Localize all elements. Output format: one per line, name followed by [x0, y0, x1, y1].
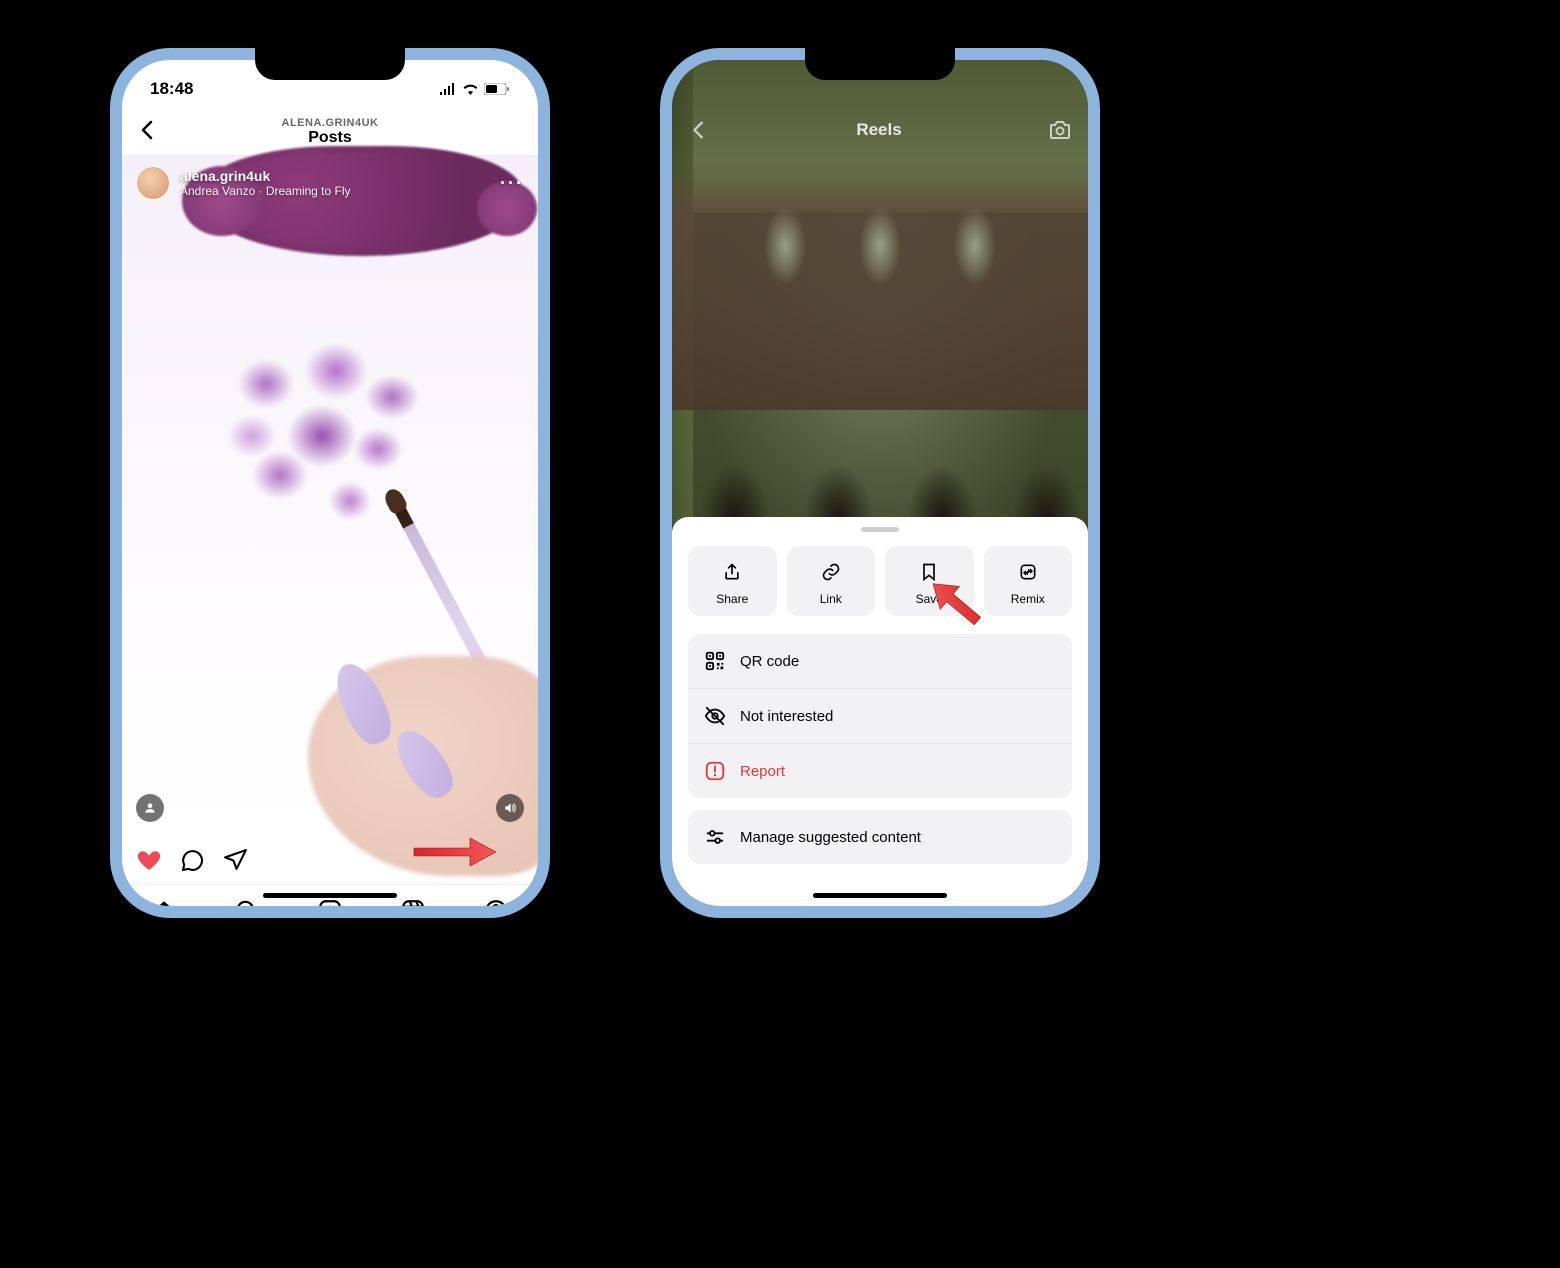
save-label: Save	[885, 592, 974, 606]
share-icon	[688, 560, 777, 584]
link-label: Link	[787, 592, 876, 606]
back-button[interactable]	[688, 119, 710, 141]
tab-profile[interactable]	[483, 898, 509, 907]
post-header: alena.grin4uk Andrea Vanzo · Dreaming to…	[122, 156, 538, 210]
alert-icon	[704, 760, 726, 782]
link-icon	[787, 560, 876, 584]
eye-off-icon	[704, 705, 726, 727]
nav-subtitle: ALENA.GRIN4UK	[282, 117, 379, 129]
qr-code-label: QR code	[740, 653, 799, 670]
reels-header: Reels	[672, 108, 1088, 152]
sheet-handle[interactable]	[861, 527, 899, 532]
report-item[interactable]: Report	[688, 743, 1072, 798]
screen-right: 18:47 Reels	[672, 60, 1088, 906]
share-button[interactable]	[223, 848, 248, 873]
like-button[interactable]	[136, 847, 162, 873]
post-username: alena.grin4uk	[180, 168, 490, 184]
tagged-people-button[interactable]	[136, 794, 164, 822]
status-time: 18:48	[150, 79, 193, 99]
battery-icon	[484, 83, 510, 95]
ruin-arches	[672, 360, 1088, 520]
audio-toggle-button[interactable]	[496, 794, 524, 822]
status-icons	[439, 83, 510, 95]
post-audio-label: Andrea Vanzo · Dreaming to Fly	[180, 184, 490, 198]
phone-mockup-left: 18:48 ALENA.GRIN4UK Posts	[110, 48, 550, 918]
action-grid: Share Link Save	[688, 546, 1072, 616]
tab-home[interactable]	[151, 898, 177, 907]
phone-notch	[255, 48, 405, 80]
back-button[interactable]	[136, 118, 160, 142]
report-label: Report	[740, 763, 785, 780]
not-interested-label: Not interested	[740, 708, 833, 725]
phone-mockup-right: 18:47 Reels	[660, 48, 1100, 918]
tab-search[interactable]	[234, 898, 260, 907]
phone-notch	[805, 48, 955, 80]
manage-content-item[interactable]: Manage suggested content	[688, 810, 1072, 864]
wifi-icon	[462, 83, 479, 95]
manage-content-label: Manage suggested content	[740, 829, 921, 846]
remix-tile[interactable]: Remix	[984, 546, 1073, 616]
link-tile[interactable]: Link	[787, 546, 876, 616]
sliders-icon	[704, 826, 726, 848]
save-tile[interactable]: Save	[885, 546, 974, 616]
post-user-block[interactable]: alena.grin4uk Andrea Vanzo · Dreaming to…	[180, 168, 490, 198]
bookmark-icon	[885, 560, 974, 584]
qr-code-item[interactable]: QR code	[688, 634, 1072, 688]
reels-title: Reels	[710, 120, 1048, 140]
menu-list: QR code Not interested Report	[688, 634, 1072, 798]
camera-button[interactable]	[1048, 118, 1072, 142]
not-interested-item[interactable]: Not interested	[688, 688, 1072, 743]
avatar[interactable]	[136, 166, 170, 200]
screen-left: 18:48 ALENA.GRIN4UK Posts	[122, 60, 538, 906]
action-sheet: Share Link Save	[672, 517, 1088, 906]
menu-list-2: Manage suggested content	[688, 810, 1072, 864]
remix-icon	[984, 560, 1073, 584]
share-label: Share	[688, 592, 777, 606]
share-tile[interactable]: Share	[688, 546, 777, 616]
tab-create[interactable]	[317, 898, 343, 907]
more-button[interactable]: ···	[500, 173, 524, 194]
nav-title: Posts	[282, 129, 379, 147]
ruin-windows	[722, 190, 1038, 330]
nav-titles: ALENA.GRIN4UK Posts	[282, 117, 379, 147]
comment-button[interactable]	[180, 848, 205, 873]
tab-reels[interactable]	[400, 898, 426, 907]
qr-code-icon	[704, 650, 726, 672]
home-indicator	[263, 893, 397, 898]
cellular-icon	[439, 83, 457, 95]
remix-label: Remix	[984, 592, 1073, 606]
post-media[interactable]: alena.grin4uk Andrea Vanzo · Dreaming to…	[122, 156, 538, 836]
watercolor-painting	[182, 306, 462, 566]
home-indicator	[813, 893, 947, 898]
